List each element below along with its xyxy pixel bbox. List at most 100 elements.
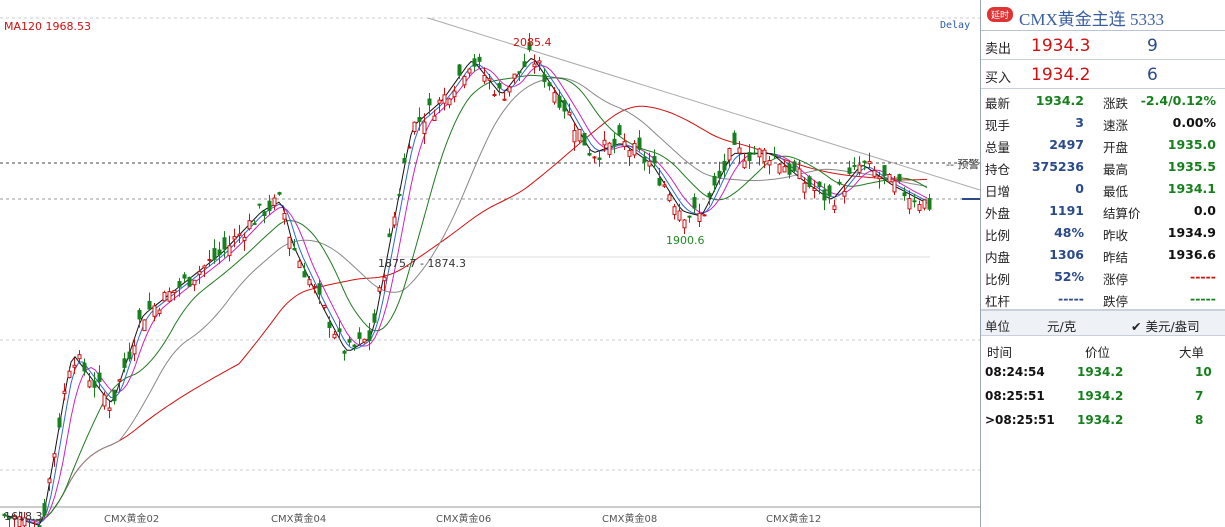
- candle: [42, 503, 47, 516]
- candle: [467, 68, 472, 74]
- quote-title-bar: 延时 CMX黄金主连 5333: [981, 0, 1225, 31]
- tick-time-header: 时间: [987, 345, 1013, 360]
- candle: [582, 132, 587, 146]
- candle: [672, 206, 677, 215]
- bid-label: 买入: [985, 71, 1012, 86]
- candle: [97, 372, 102, 382]
- candle: [67, 370, 72, 379]
- candle: [852, 165, 857, 168]
- ma-line-black: [2, 57, 928, 526]
- candle: [877, 176, 882, 180]
- stat-value: -----: [1058, 291, 1084, 306]
- high-price-label: 2085.4: [513, 36, 552, 49]
- candle: [282, 212, 287, 220]
- unit-cny-option[interactable]: 元/克: [1047, 316, 1076, 335]
- candle: [617, 125, 622, 136]
- candle: [642, 156, 647, 163]
- ask-label: 卖出: [985, 42, 1012, 57]
- candle: [232, 236, 237, 240]
- candle: [747, 152, 752, 162]
- stat-label: 速涨: [1103, 118, 1129, 133]
- stat-label: 最低: [1103, 184, 1129, 199]
- candle: [437, 99, 442, 104]
- candle: [742, 160, 747, 169]
- candle: [362, 338, 367, 343]
- candle: [332, 333, 337, 339]
- stat-value: 1935.0: [1167, 137, 1216, 152]
- unit-usd-option[interactable]: ✔ 美元/盎司: [1131, 316, 1200, 335]
- candle: [832, 205, 837, 211]
- candle: [857, 164, 862, 173]
- candle: [317, 283, 322, 295]
- stat-label: 最高: [1103, 162, 1129, 177]
- candle: [472, 58, 477, 67]
- candle: [252, 222, 257, 225]
- candle: [712, 175, 717, 186]
- tick-time: >08:25:51: [985, 413, 1055, 427]
- candle: [717, 170, 722, 178]
- stat-label: 比例: [985, 228, 1011, 243]
- candle: [412, 121, 417, 132]
- candle: [242, 236, 247, 241]
- candle: [117, 379, 122, 382]
- candle: [687, 215, 692, 218]
- candle: [567, 111, 572, 116]
- stat-value: 1934.9: [1167, 225, 1216, 240]
- candle: [292, 247, 297, 251]
- candle: [772, 154, 777, 157]
- candle: [512, 73, 517, 79]
- quote-panel: 延时 CMX黄金主连 5333 卖出 1934.3 9 买入 1934.2 6 …: [980, 0, 1225, 527]
- candle: [62, 390, 67, 395]
- candle: [612, 138, 617, 146]
- x-tick-label: CMX黄金06: [436, 514, 492, 525]
- candle: [372, 313, 377, 323]
- candle: [677, 210, 682, 221]
- candle: [447, 98, 452, 106]
- candle: [177, 281, 182, 288]
- candle: [647, 160, 652, 167]
- candle: [492, 93, 497, 96]
- delay-label: Delay: [940, 20, 971, 31]
- candlestick-chart[interactable]: MA120 1968.53 Delay 2085.4 1900.6 1875.7…: [0, 0, 991, 527]
- candle: [342, 350, 347, 354]
- stat-row: 最新 1934.2 涨跌 -2.4/0.12%: [981, 89, 1225, 111]
- candle: [272, 197, 277, 206]
- chart-canvas[interactable]: [0, 0, 980, 527]
- candle: [167, 291, 172, 302]
- candle: [847, 167, 852, 174]
- candle: [212, 248, 217, 260]
- stat-label: 跌停: [1103, 294, 1129, 309]
- candle: [102, 394, 107, 407]
- ma120-label: MA120 1968.53: [4, 20, 91, 33]
- candle: [812, 188, 817, 192]
- candle: [482, 74, 487, 82]
- x-tick-label: CMX黄金12: [766, 514, 822, 525]
- stat-value: 1934.1: [1167, 181, 1216, 196]
- candle: [732, 132, 737, 145]
- candle: [842, 190, 847, 197]
- bid-price: 1934.2: [1031, 65, 1091, 85]
- candle: [127, 351, 132, 360]
- candle: [667, 194, 672, 202]
- stat-label: 总量: [985, 140, 1011, 155]
- candle: [397, 193, 402, 196]
- candle: [777, 163, 782, 174]
- candle: [347, 339, 352, 343]
- candle: [757, 148, 762, 158]
- stat-label: 比例: [985, 272, 1011, 287]
- candle: [627, 150, 632, 157]
- candle: [782, 166, 787, 173]
- candle: [112, 389, 117, 402]
- candle: [57, 417, 62, 428]
- ask-row: 卖出 1934.3 9: [981, 31, 1225, 60]
- bid-volume: 6: [1147, 65, 1158, 85]
- candle: [422, 121, 427, 135]
- candle: [352, 344, 357, 348]
- stat-value: 0: [1075, 181, 1084, 196]
- candle: [602, 139, 607, 146]
- candle: [787, 163, 792, 175]
- ma-line-magenta: [2, 65, 928, 523]
- candle: [222, 237, 227, 250]
- stat-label: 昨结: [1103, 250, 1129, 265]
- candle: [817, 181, 822, 188]
